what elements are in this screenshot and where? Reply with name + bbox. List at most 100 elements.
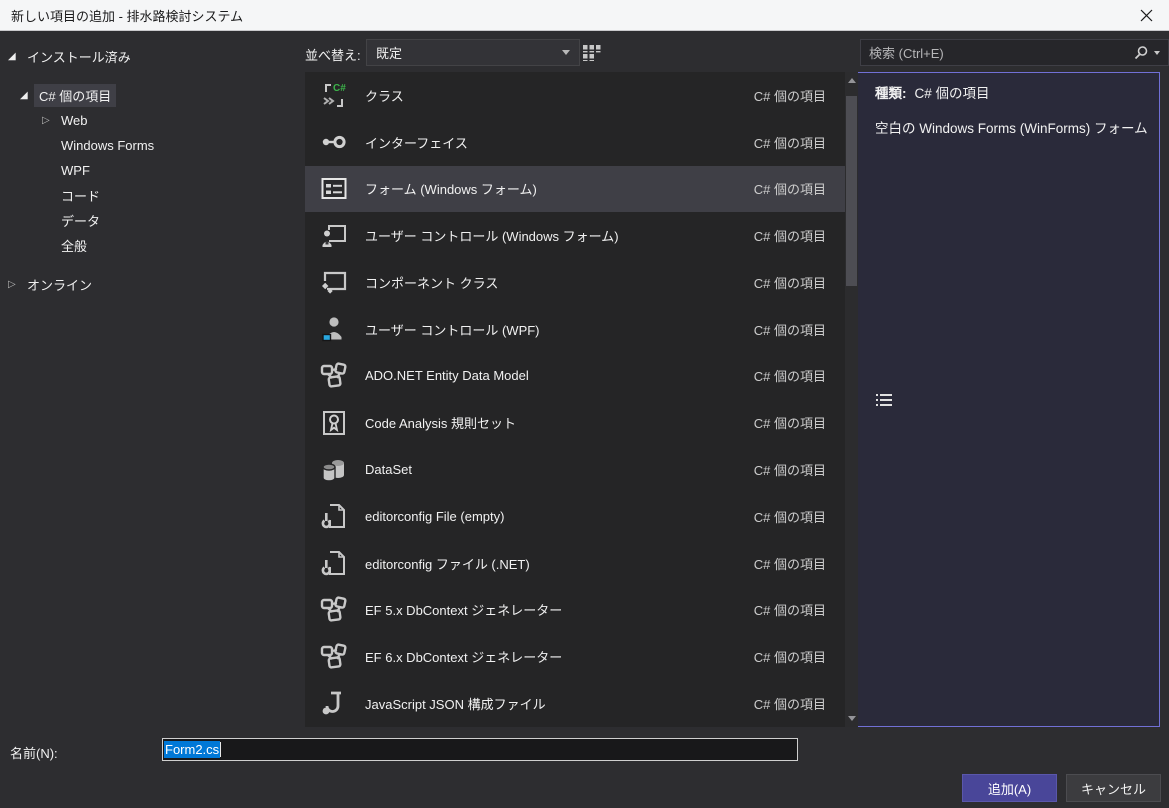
scrollbar-down-button[interactable] bbox=[845, 711, 858, 726]
editorconfig-file-icon bbox=[318, 500, 350, 532]
item-detail-panel: 種類: C# 個の項目 空白の Windows Forms (WinForms) … bbox=[875, 82, 1165, 137]
item-category: C# 個の項目 bbox=[754, 133, 845, 152]
item-category: C# 個の項目 bbox=[754, 273, 845, 292]
grid-view-icon bbox=[583, 45, 601, 61]
list-view-icon bbox=[876, 393, 892, 407]
item-category: C# 個の項目 bbox=[754, 600, 845, 619]
medium-icons-view-button[interactable] bbox=[578, 39, 605, 66]
search-input[interactable]: 検索 (Ctrl+E) bbox=[860, 39, 1169, 66]
windows-form-icon bbox=[318, 173, 350, 205]
scroll-up-icon bbox=[848, 78, 856, 83]
name-input-selected-text: Form2.cs bbox=[164, 741, 220, 758]
tree-collapsed-icon[interactable]: ▷ bbox=[8, 279, 22, 290]
list-item[interactable]: コンポーネント クラス C# 個の項目 bbox=[305, 259, 845, 306]
search-options-chevron-icon[interactable] bbox=[1154, 51, 1160, 55]
tree-item-windows-forms[interactable]: Windows Forms bbox=[8, 133, 300, 158]
cancel-button[interactable]: キャンセル bbox=[1066, 774, 1161, 802]
item-category: C# 個の項目 bbox=[754, 179, 845, 198]
item-category: C# 個の項目 bbox=[754, 694, 845, 713]
scrollbar-thumb[interactable] bbox=[846, 96, 857, 286]
list-item[interactable]: EF 5.x DbContext ジェネレーター C# 個の項目 bbox=[305, 586, 845, 633]
list-item[interactable]: editorconfig File (empty) C# 個の項目 bbox=[305, 493, 845, 540]
csharp-class-icon: C# bbox=[318, 79, 350, 111]
scrollbar-up-button[interactable] bbox=[845, 73, 858, 88]
item-category: C# 個の項目 bbox=[754, 507, 845, 526]
tree-expanded-icon[interactable]: ◢ bbox=[20, 90, 34, 101]
item-category: C# 個の項目 bbox=[754, 460, 845, 479]
item-label: EF 5.x DbContext ジェネレーター bbox=[365, 600, 754, 619]
item-category: C# 個の項目 bbox=[754, 226, 845, 245]
item-label: インターフェイス bbox=[365, 133, 754, 152]
user-control-wpf-icon bbox=[318, 313, 350, 345]
dataset-icon bbox=[318, 454, 350, 486]
dialog-titlebar: 新しい項目の追加 - 排水路検討システム bbox=[0, 0, 1169, 31]
item-label: JavaScript JSON 構成ファイル bbox=[365, 694, 754, 713]
sort-dropdown[interactable]: 既定 bbox=[366, 39, 580, 66]
chevron-down-icon bbox=[562, 50, 570, 55]
item-label: ユーザー コントロール (WPF) bbox=[365, 320, 754, 339]
item-label: EF 6.x DbContext ジェネレーター bbox=[365, 647, 754, 666]
close-button[interactable] bbox=[1133, 3, 1159, 28]
dialog-title: 新しい項目の追加 - 排水路検討システム bbox=[11, 6, 243, 25]
tree-item-wpf[interactable]: WPF bbox=[8, 158, 300, 183]
list-item[interactable]: ADO.NET Entity Data Model C# 個の項目 bbox=[305, 353, 845, 400]
list-item[interactable]: ユーザー コントロール (Windows フォーム) C# 個の項目 bbox=[305, 212, 845, 259]
list-item[interactable]: JavaScript JSON 構成ファイル C# 個の項目 bbox=[305, 680, 845, 727]
close-icon bbox=[1140, 9, 1153, 22]
item-label: クラス bbox=[365, 86, 754, 105]
list-item[interactable]: EF 6.x DbContext ジェネレーター C# 個の項目 bbox=[305, 633, 845, 680]
item-category: C# 個の項目 bbox=[754, 86, 845, 105]
ef-dbcontext-generator-icon bbox=[318, 641, 350, 673]
tree-item-general[interactable]: 全般 bbox=[8, 233, 300, 258]
template-list: C# クラス C# 個の項目 インターフェイス C# 個の項目 bbox=[305, 72, 858, 727]
item-label: editorconfig File (empty) bbox=[365, 509, 754, 524]
list-scrollbar[interactable] bbox=[845, 72, 858, 727]
item-label: コンポーネント クラス bbox=[365, 273, 754, 292]
item-label: editorconfig ファイル (.NET) bbox=[365, 554, 754, 573]
sort-dropdown-value: 既定 bbox=[376, 43, 402, 62]
category-tree: ◢ インストール済み ◢ C# 個の項目 ▷ Web Windows Forms… bbox=[8, 44, 300, 297]
code-analysis-ruleset-icon bbox=[318, 407, 350, 439]
text-caret bbox=[220, 742, 221, 757]
list-item[interactable]: ユーザー コントロール (WPF) C# 個の項目 bbox=[305, 306, 845, 353]
detail-type-value: C# 個の項目 bbox=[915, 86, 990, 101]
list-item[interactable]: editorconfig ファイル (.NET) C# 個の項目 bbox=[305, 540, 845, 587]
item-label: ADO.NET Entity Data Model bbox=[365, 368, 754, 383]
editorconfig-file-icon bbox=[318, 547, 350, 579]
tree-item-online[interactable]: ▷ オンライン bbox=[8, 272, 300, 297]
tree-item-code[interactable]: コード bbox=[8, 183, 300, 208]
name-input[interactable]: Form2.cs bbox=[162, 738, 798, 761]
item-category: C# 個の項目 bbox=[754, 554, 845, 573]
list-item[interactable]: C# クラス C# 個の項目 bbox=[305, 72, 845, 119]
sort-label: 並べ替え: bbox=[305, 45, 361, 64]
detail-description: 空白の Windows Forms (WinForms) フォーム bbox=[875, 117, 1165, 137]
json-config-file-icon bbox=[318, 687, 350, 719]
detail-type-label: 種類: bbox=[875, 86, 907, 101]
entity-data-model-icon bbox=[318, 360, 350, 392]
item-label: フォーム (Windows フォーム) bbox=[365, 179, 754, 198]
interface-icon bbox=[318, 126, 350, 158]
svg-text:C#: C# bbox=[333, 83, 346, 94]
tree-item-installed[interactable]: ◢ インストール済み bbox=[8, 44, 300, 69]
tree-expanded-icon[interactable]: ◢ bbox=[8, 51, 22, 62]
search-icon bbox=[1134, 45, 1149, 60]
name-label: 名前(N): bbox=[10, 743, 58, 762]
ef-dbcontext-generator-icon bbox=[318, 594, 350, 626]
list-item[interactable]: Code Analysis 規則セット C# 個の項目 bbox=[305, 399, 845, 446]
tree-collapsed-icon[interactable]: ▷ bbox=[42, 115, 56, 126]
tree-item-data[interactable]: データ bbox=[8, 208, 300, 233]
item-category: C# 個の項目 bbox=[754, 647, 845, 666]
item-category: C# 個の項目 bbox=[754, 366, 845, 385]
list-item[interactable]: インターフェイス C# 個の項目 bbox=[305, 119, 845, 166]
tree-item-web[interactable]: ▷ Web bbox=[8, 108, 300, 133]
add-button[interactable]: 追加(A) bbox=[962, 774, 1057, 802]
scroll-down-icon bbox=[848, 716, 856, 721]
item-label: ユーザー コントロール (Windows フォーム) bbox=[365, 226, 754, 245]
tree-item-csharp-items[interactable]: ◢ C# 個の項目 bbox=[8, 83, 300, 108]
list-item[interactable]: DataSet C# 個の項目 bbox=[305, 446, 845, 493]
user-control-winforms-icon bbox=[318, 220, 350, 252]
item-label: Code Analysis 規則セット bbox=[365, 413, 754, 432]
component-class-icon bbox=[318, 266, 350, 298]
list-item-selected[interactable]: フォーム (Windows フォーム) C# 個の項目 bbox=[305, 166, 845, 213]
item-label: DataSet bbox=[365, 462, 754, 477]
